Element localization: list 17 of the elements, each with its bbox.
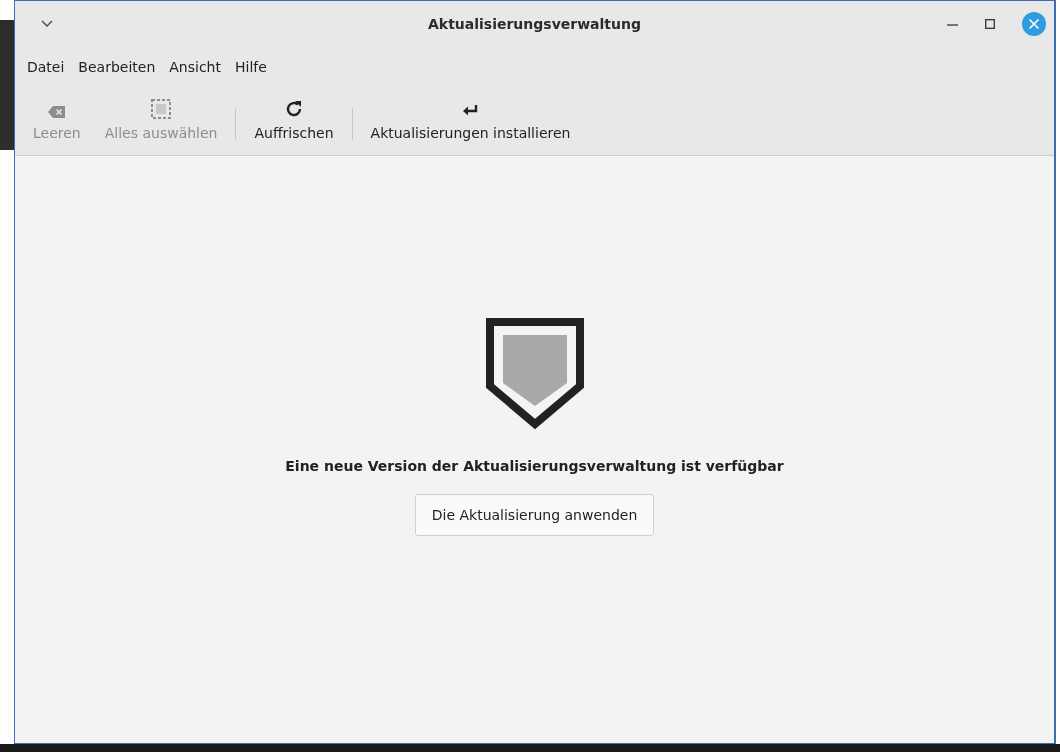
menu-item[interactable]: Datei [27, 59, 65, 75]
close-icon[interactable] [1022, 12, 1046, 36]
maximize-icon[interactable] [985, 19, 995, 29]
install-button[interactable]: Aktualisierungen installieren [358, 93, 583, 141]
menu-item[interactable]: Hilfe [235, 59, 267, 75]
select-all-icon [151, 99, 172, 119]
chevron-down-icon[interactable] [41, 20, 53, 28]
update-message: Eine neue Version der Aktualisierungsverwaltung ist verfügbar [285, 458, 784, 474]
refresh-icon [284, 99, 304, 119]
window-title: Aktualisierungsverwaltung [428, 16, 641, 32]
backspace-icon [46, 105, 67, 119]
refresh-button[interactable]: Auffrischen [242, 93, 346, 141]
minimize-icon[interactable] [947, 22, 958, 26]
menu-item[interactable]: Bearbeiten [78, 59, 156, 75]
apply-update-button[interactable]: Die Aktualisierung anwenden [414, 494, 655, 536]
menu-item[interactable]: Ansicht [169, 59, 221, 75]
shield-icon [485, 318, 584, 430]
